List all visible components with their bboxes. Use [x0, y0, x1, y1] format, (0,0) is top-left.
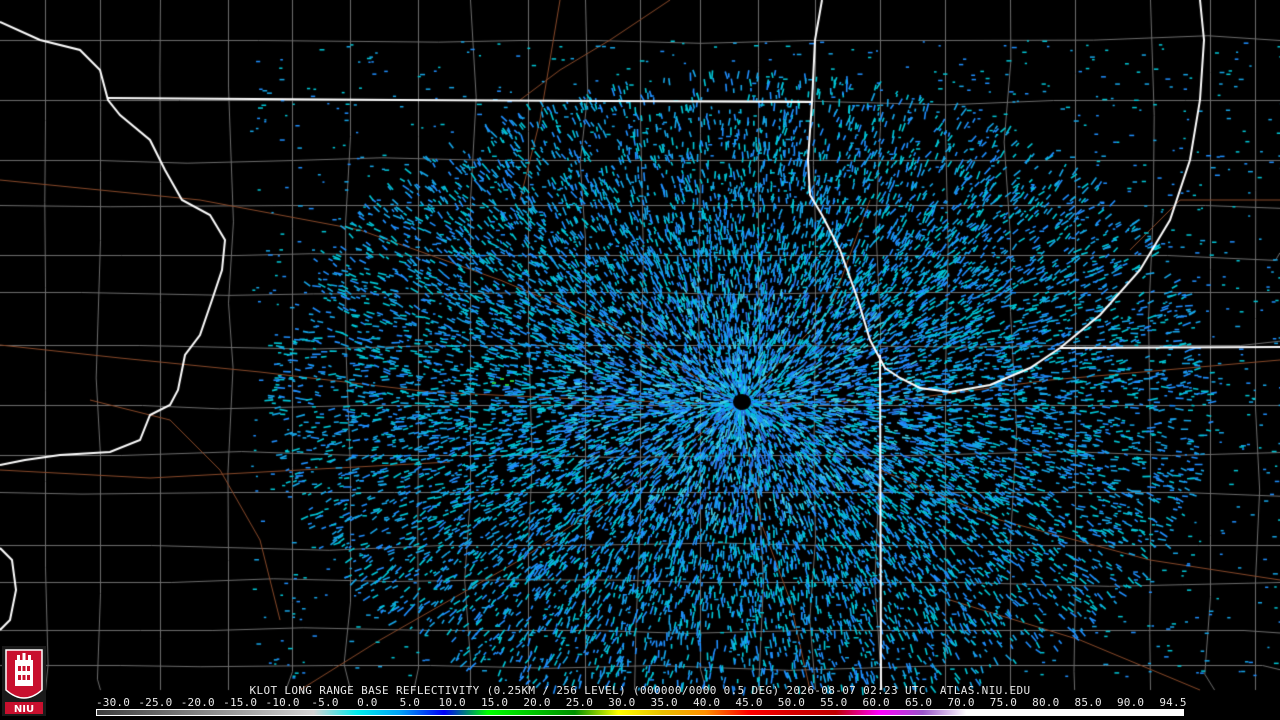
colorbar-gradient — [96, 709, 1184, 716]
colorbar — [96, 709, 1184, 716]
colorbar-tick-label: 90.0 — [1116, 696, 1145, 709]
colorbar-tick-label: 45.0 — [735, 696, 763, 709]
colorbar-tick-label: 75.0 — [989, 696, 1018, 709]
colorbar-tick-label: -30.0 — [95, 696, 131, 709]
colorbar-tick-label: -10.0 — [265, 696, 300, 709]
colorbar-tick-label: 0.0 — [357, 696, 378, 709]
colorbar-tick-label: 85.0 — [1074, 696, 1102, 709]
colorbar-tick-label: -15.0 — [223, 696, 258, 709]
colorbar-tick-label: 5.0 — [399, 696, 421, 709]
colorbar-tick-label: 80.0 — [1032, 696, 1060, 709]
colorbar-tick-label: 10.0 — [438, 696, 466, 709]
colorbar-tick-label: -25.0 — [138, 696, 173, 709]
radar-map — [0, 0, 1280, 720]
colorbar-tick-label: 35.0 — [650, 696, 678, 709]
colorbar-tick-label: 20.0 — [523, 696, 551, 709]
colorbar-tick-label: 60.0 — [862, 696, 890, 709]
colorbar-tick-label: -5.0 — [311, 696, 339, 709]
colorbar-tick-label: 30.0 — [608, 696, 636, 709]
colorbar-tick-label: 50.0 — [777, 696, 806, 709]
colorbar-tick-label: 70.0 — [947, 696, 975, 709]
colorbar-tick-label: -20.0 — [180, 696, 215, 709]
colorbar-tick-label: 15.0 — [480, 696, 509, 709]
colorbar-labels: -30.0 -25.0 -20.0 -15.0 -10.0 -5.0 0.0 5.0 10.0 1… — [0, 697, 1280, 709]
colorbar-tick-label: 40.0 — [692, 696, 721, 709]
colorbar-tick-label: 25.0 — [565, 696, 594, 709]
colorbar-tick-label: 55.0 — [820, 696, 848, 709]
colorbar-tick-label: 65.0 — [904, 696, 933, 709]
colorbar-tick-label: 94.5 — [1159, 696, 1187, 709]
